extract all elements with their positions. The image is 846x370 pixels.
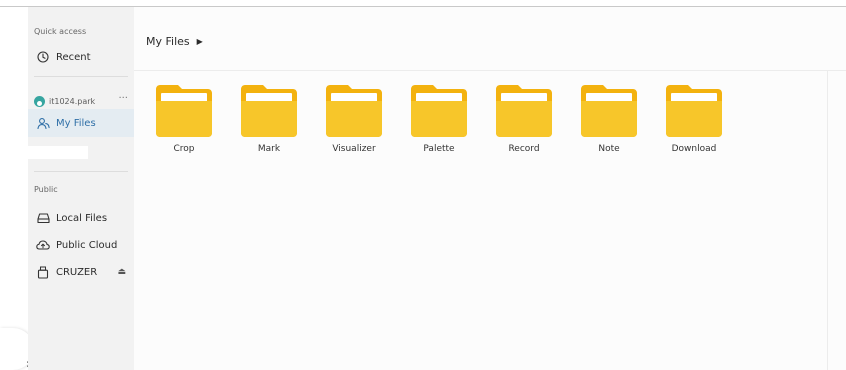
folder-icon (581, 85, 637, 137)
users-icon (36, 116, 50, 130)
public-heading: Public (34, 185, 58, 194)
header-bar: My Files ▶ (134, 7, 846, 71)
folder-icon (411, 85, 467, 137)
sidebar-divider (34, 76, 128, 77)
content-divider (827, 71, 828, 370)
folder-item[interactable]: Record (494, 85, 554, 161)
breadcrumb-arrow-icon[interactable]: ▶ (197, 37, 203, 46)
folder-icon (326, 85, 382, 137)
sidebar-item-my-files[interactable]: My Files (28, 109, 134, 137)
sidebar-item-label: Recent (56, 51, 91, 63)
folder-label: Note (598, 144, 620, 154)
clock-icon (36, 50, 50, 64)
account-row[interactable]: it1024.park ··· (28, 91, 134, 111)
sidebar: Quick access Recent it1024.park ··· My F… (28, 7, 134, 370)
folder-icon (241, 85, 297, 137)
left-edge (0, 7, 28, 370)
account-name: it1024.park (49, 96, 96, 106)
main-content: My Files ▶ Crop Mark Visualizer Palette … (134, 7, 846, 370)
sidebar-item-public-cloud[interactable]: Public Cloud (28, 231, 134, 259)
folder-icon (496, 85, 552, 137)
quick-access-heading: Quick access (34, 27, 87, 36)
cloud-icon (36, 238, 50, 252)
sidebar-item-label: Public Cloud (56, 239, 118, 251)
folder-grid: Crop Mark Visualizer Palette Record Note… (154, 85, 794, 165)
more-options-button[interactable]: ··· (118, 94, 128, 104)
folder-label: Visualizer (332, 144, 376, 154)
folder-item[interactable]: Mark (239, 85, 299, 161)
folder-item[interactable]: Note (579, 85, 639, 161)
folder-label: Download (671, 144, 717, 154)
usb-icon (36, 265, 50, 279)
breadcrumb: My Files ▶ (146, 35, 203, 48)
eject-icon[interactable]: ⏏ (117, 267, 126, 277)
sidebar-item-local-files[interactable]: Local Files (28, 204, 134, 232)
folder-icon (666, 85, 722, 137)
sidebar-divider (34, 171, 128, 172)
sidebar-item-label: Local Files (56, 212, 108, 224)
breadcrumb-item-my-files[interactable]: My Files (146, 35, 190, 48)
folder-item[interactable]: Download (664, 85, 724, 161)
avatar (34, 95, 45, 107)
folder-item[interactable]: Visualizer (324, 85, 384, 161)
sidebar-item-label: My Files (56, 117, 96, 129)
folder-label: Crop (173, 144, 195, 154)
sidebar-item-label: CRUZER (56, 266, 98, 278)
sidebar-item-cruzer[interactable]: CRUZER ⏏ (28, 258, 134, 286)
file-manager-window: › Quick access Recent it1024.park ··· (0, 0, 846, 370)
folder-label: Palette (423, 144, 455, 154)
folder-icon (156, 85, 212, 137)
folder-label: Mark (257, 144, 281, 154)
folder-item[interactable]: Crop (154, 85, 214, 161)
folder-label: Record (508, 144, 540, 154)
drive-icon (36, 211, 50, 225)
blank-field (28, 146, 88, 159)
sidebar-item-recent[interactable]: Recent (28, 43, 134, 71)
folder-item[interactable]: Palette (409, 85, 469, 161)
